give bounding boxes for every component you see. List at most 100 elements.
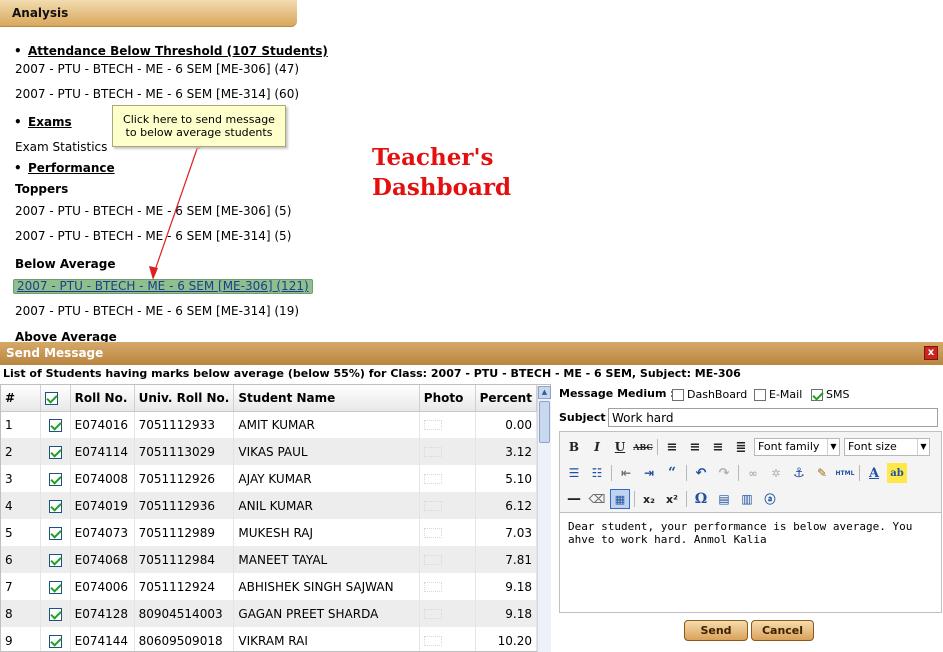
redo-icon[interactable]: ↷ bbox=[714, 463, 734, 483]
select-all-text-icon[interactable]: ⓐ bbox=[760, 489, 780, 509]
student-checkbox[interactable] bbox=[48, 472, 62, 486]
table-row[interactable]: 5 E074073 7051112989 MUKESH RAJ 7.03 bbox=[1, 519, 538, 546]
row-select-checkbox[interactable] bbox=[40, 411, 71, 438]
row-select-checkbox[interactable] bbox=[40, 519, 71, 546]
bold-icon[interactable]: B bbox=[564, 437, 584, 457]
toppers-item-me314[interactable]: 2007 - PTU - BTECH - ME - 6 SEM [ME-314]… bbox=[15, 229, 291, 243]
col-select-all[interactable] bbox=[40, 385, 71, 412]
row-select-checkbox[interactable] bbox=[40, 546, 71, 573]
chevron-down-icon: ▼ bbox=[917, 439, 929, 455]
student-checkbox[interactable] bbox=[48, 607, 62, 621]
student-checkbox[interactable] bbox=[48, 499, 62, 513]
attendance-heading-link[interactable]: Attendance Below Threshold (107 Students… bbox=[14, 44, 328, 58]
html-source-icon[interactable]: HTML bbox=[835, 463, 855, 483]
bullet-list-icon[interactable]: ☰ bbox=[564, 463, 584, 483]
unlink-icon[interactable]: ✲ bbox=[766, 463, 786, 483]
subscript-icon[interactable]: x₂ bbox=[639, 489, 659, 509]
special-character-icon[interactable]: Ω bbox=[691, 489, 711, 509]
table-row[interactable]: 6 E074068 7051112984 MANEET TAYAL 7.81 bbox=[1, 546, 538, 573]
table-icon[interactable]: ▦ bbox=[610, 489, 630, 509]
row-roll-no: E074016 bbox=[70, 411, 135, 438]
row-select-checkbox[interactable] bbox=[40, 492, 71, 519]
align-left-icon[interactable]: ≡ bbox=[662, 437, 682, 457]
font-family-select[interactable]: Font family ▼ bbox=[754, 438, 840, 456]
send-button[interactable]: Send bbox=[684, 620, 748, 641]
highlight-color-icon[interactable]: ab bbox=[887, 463, 907, 483]
performance-heading-link[interactable]: Performance bbox=[14, 161, 115, 175]
table-row[interactable]: 2 E074114 7051113029 VIKAS PAUL 3.12 bbox=[1, 438, 538, 465]
student-checkbox[interactable] bbox=[48, 526, 62, 540]
col-percent[interactable]: Percent bbox=[475, 385, 538, 412]
row-roll-no: E074068 bbox=[70, 546, 135, 573]
row-select-checkbox[interactable] bbox=[40, 465, 71, 492]
close-icon[interactable]: x bbox=[924, 346, 938, 360]
table-row[interactable]: 3 E074008 7051112926 AJAY KUMAR 5.10 bbox=[1, 465, 538, 492]
below-average-item-me306[interactable]: 2007 - PTU - BTECH - ME - 6 SEM [ME-306]… bbox=[13, 279, 313, 294]
italic-icon[interactable]: I bbox=[587, 437, 607, 457]
student-checkbox[interactable] bbox=[48, 553, 62, 567]
subject-input[interactable] bbox=[608, 408, 938, 427]
email-checkbox[interactable] bbox=[754, 389, 766, 401]
table-row[interactable]: 7 E074006 7051112924 ABHISHEK SINGH SAJWAN 9… bbox=[1, 573, 538, 600]
blockquote-icon[interactable]: “ bbox=[662, 463, 682, 483]
eraser-icon[interactable]: ⌫ bbox=[587, 489, 607, 509]
text-color-icon[interactable]: A bbox=[864, 463, 884, 483]
col-roll[interactable]: Roll No. bbox=[70, 385, 135, 412]
table-row[interactable]: 4 E074019 7051112936 ANIL KUMAR 6.12 bbox=[1, 492, 538, 519]
attendance-item-me314[interactable]: 2007 - PTU - BTECH - ME - 6 SEM [ME-314]… bbox=[15, 87, 299, 101]
toolbar-separator bbox=[657, 439, 658, 455]
paste-word-icon[interactable]: ▥ bbox=[737, 489, 757, 509]
link-icon[interactable]: ∞ bbox=[743, 463, 763, 483]
undo-icon[interactable]: ↶ bbox=[691, 463, 711, 483]
message-body-textarea[interactable]: Dear student, your performance is below … bbox=[560, 512, 941, 612]
cancel-button[interactable]: Cancel bbox=[751, 620, 814, 641]
align-justify-icon[interactable]: ≣ bbox=[731, 437, 751, 457]
toppers-item-me306[interactable]: 2007 - PTU - BTECH - ME - 6 SEM [ME-306]… bbox=[15, 204, 291, 218]
message-editor: B I U ABC ≡ ≡ ≡ ≣ Font family ▼ Font siz… bbox=[559, 431, 942, 613]
cleanup-brush-icon[interactable]: ✎ bbox=[812, 463, 832, 483]
col-student-name[interactable]: Student Name bbox=[233, 385, 420, 412]
superscript-icon[interactable]: x² bbox=[662, 489, 682, 509]
table-row[interactable]: 8 E074128 80904514003 GAGAN PREET SHARDA 9.1… bbox=[1, 600, 538, 627]
row-select-checkbox[interactable] bbox=[40, 438, 71, 465]
font-size-select[interactable]: Font size ▼ bbox=[844, 438, 930, 456]
underline-icon[interactable]: U bbox=[610, 437, 630, 457]
medium-sms-option[interactable]: SMS bbox=[811, 388, 849, 401]
table-scrollbar[interactable]: ▲ bbox=[537, 386, 551, 652]
exams-heading-link[interactable]: Exams bbox=[14, 115, 72, 129]
student-checkbox[interactable] bbox=[48, 580, 62, 594]
exam-statistics-link[interactable]: Exam Statistics bbox=[15, 140, 107, 154]
dashboard-checkbox[interactable] bbox=[672, 389, 684, 401]
row-roll-no: E074008 bbox=[70, 465, 135, 492]
dialog-title: Send Message bbox=[6, 346, 104, 360]
align-center-icon[interactable]: ≡ bbox=[685, 437, 705, 457]
scroll-thumb[interactable] bbox=[539, 401, 550, 443]
table-row[interactable]: 1 E074016 7051112933 AMIT KUMAR 0.00 bbox=[1, 411, 538, 438]
scroll-up-icon[interactable]: ▲ bbox=[538, 386, 551, 399]
strikethrough-icon[interactable]: ABC bbox=[633, 437, 653, 457]
medium-email-option[interactable]: E-Mail bbox=[754, 388, 802, 401]
sms-checkbox[interactable] bbox=[811, 389, 823, 401]
medium-dashboard-option[interactable]: DashBoard bbox=[672, 388, 747, 401]
table-row[interactable]: 9 E074144 80609509018 VIKRAM RAI 10.20 bbox=[1, 627, 538, 651]
indent-icon[interactable]: ⇥ bbox=[639, 463, 659, 483]
select-all-checkbox[interactable] bbox=[44, 391, 58, 405]
row-univ-roll-no: 80609509018 bbox=[134, 627, 235, 651]
editor-toolbar-row-1: B I U ABC ≡ ≡ ≡ ≣ Font family ▼ Font siz… bbox=[564, 436, 934, 458]
col-univ-roll[interactable]: Univ. Roll No. bbox=[134, 385, 235, 412]
horizontal-rule-icon[interactable]: — bbox=[564, 489, 584, 509]
photo-placeholder-icon bbox=[423, 609, 442, 619]
attendance-item-me306[interactable]: 2007 - PTU - BTECH - ME - 6 SEM [ME-306]… bbox=[15, 62, 299, 76]
row-select-checkbox[interactable] bbox=[40, 600, 71, 627]
paste-text-icon[interactable]: ▤ bbox=[714, 489, 734, 509]
student-checkbox[interactable] bbox=[48, 634, 62, 648]
row-select-checkbox[interactable] bbox=[40, 573, 71, 600]
student-checkbox[interactable] bbox=[48, 445, 62, 459]
align-right-icon[interactable]: ≡ bbox=[708, 437, 728, 457]
student-checkbox[interactable] bbox=[48, 418, 62, 432]
row-select-checkbox[interactable] bbox=[40, 627, 71, 651]
numbered-list-icon[interactable]: ☷ bbox=[587, 463, 607, 483]
outdent-icon[interactable]: ⇤ bbox=[616, 463, 636, 483]
anchor-icon[interactable]: ⚓ bbox=[789, 463, 809, 483]
below-average-item-me314[interactable]: 2007 - PTU - BTECH - ME - 6 SEM [ME-314]… bbox=[15, 304, 299, 318]
